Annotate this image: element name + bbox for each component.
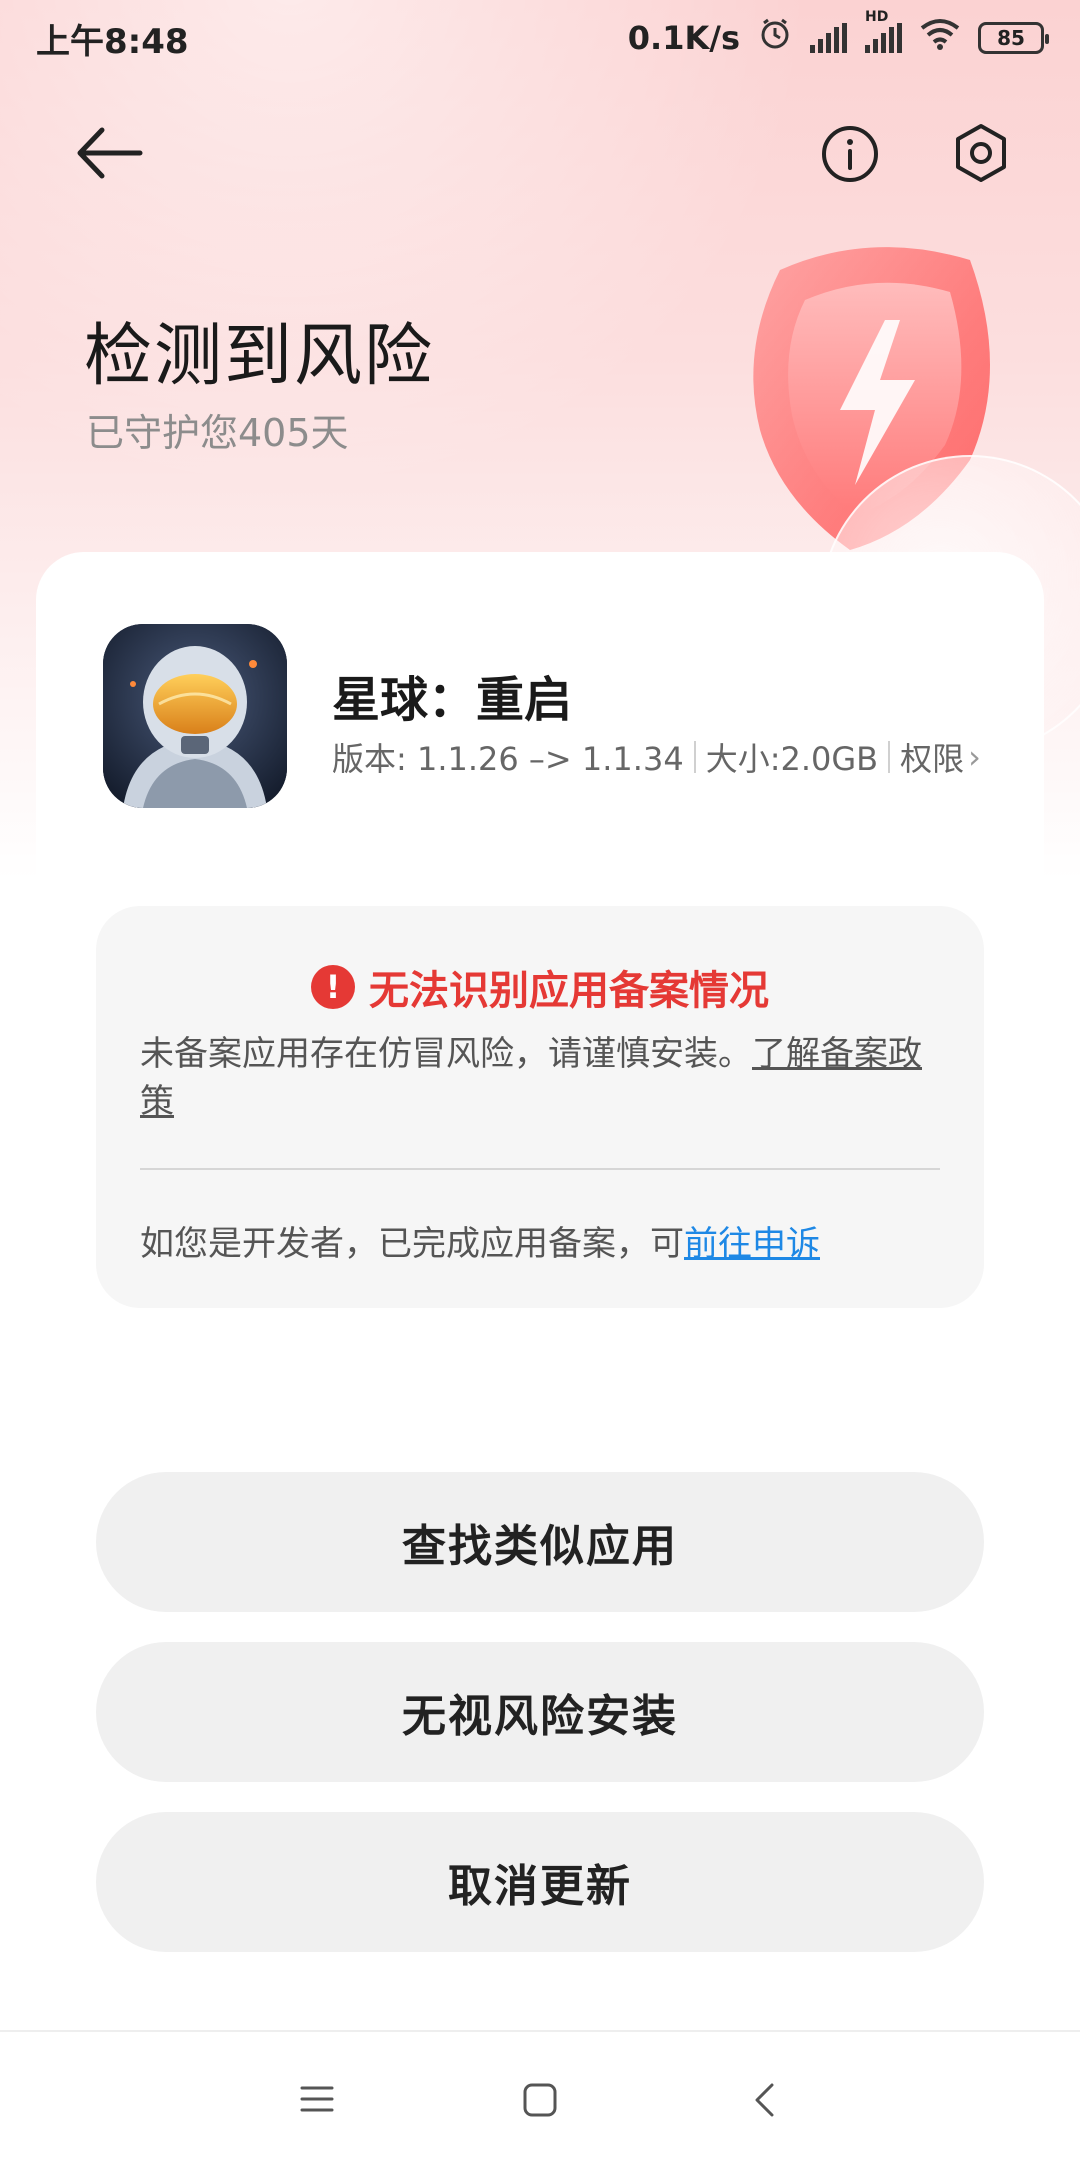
status-bar: 上午8:48 0.1K/s HD 85 xyxy=(0,0,1080,76)
meta-divider xyxy=(888,741,891,773)
page-subtitle: 已守护您405天 xyxy=(86,411,349,455)
back-button[interactable] xyxy=(70,120,150,186)
home-square-icon xyxy=(523,2083,557,2117)
system-back-button[interactable] xyxy=(752,2082,776,2122)
menu-icon xyxy=(300,2086,334,2112)
warning-panel: ! 无法识别应用备案情况 未备案应用存在仿冒风险，请谨慎安装。了解备案政策 如您… xyxy=(96,906,984,1308)
warning-title: 无法识别应用备案情况 xyxy=(369,968,769,1014)
alert-icon: ! xyxy=(311,965,355,1009)
info-button[interactable] xyxy=(820,124,880,184)
app-size: 大小:2.0GB xyxy=(705,740,879,778)
gear-icon xyxy=(956,124,1006,182)
permissions-label: 权限 xyxy=(900,740,965,778)
warning-text: 未备案应用存在仿冒风险，请谨慎安装。 xyxy=(140,1034,752,1074)
find-similar-button[interactable]: 查找类似应用 xyxy=(96,1472,984,1612)
developer-note: 如您是开发者，已完成应用备案，可 xyxy=(140,1224,684,1264)
status-time: 上午8:48 xyxy=(36,21,189,62)
chevron-left-icon xyxy=(755,2083,774,2117)
network-speed: 0.1K/s xyxy=(627,19,740,57)
hd-label: HD xyxy=(865,9,889,25)
arrow-left-icon xyxy=(77,127,143,179)
cancel-update-button[interactable]: 取消更新 xyxy=(96,1812,984,1952)
signal-icon xyxy=(810,23,847,53)
warning-footer: 如您是开发者，已完成应用备案，可前往申诉 xyxy=(140,1216,820,1265)
appeal-link[interactable]: 前往申诉 xyxy=(684,1224,820,1264)
system-nav-bar xyxy=(0,2030,1080,2160)
app-version: 版本: 1.1.26 –> 1.1.34 xyxy=(332,740,684,778)
app-icon xyxy=(103,624,287,808)
warning-body: 未备案应用存在仿冒风险，请谨慎安装。了解备案政策 xyxy=(140,1030,950,1126)
screen: 上午8:48 0.1K/s HD 85 检测到风险 已守护您405天 星球：重启… xyxy=(0,0,1080,2160)
page-title: 检测到风险 xyxy=(84,317,435,396)
battery-icon: 85 xyxy=(978,22,1049,54)
battery-level: 85 xyxy=(997,26,1025,50)
ignore-risk-install-button[interactable]: 无视风险安装 xyxy=(96,1642,984,1782)
divider xyxy=(140,1168,940,1170)
warning-header: ! 无法识别应用备案情况 xyxy=(96,958,984,1016)
chevron-right-icon: › xyxy=(968,738,981,776)
home-button[interactable] xyxy=(522,2082,558,2122)
settings-button[interactable] xyxy=(950,122,1012,184)
app-meta: 版本: 1.1.26 –> 1.1.34 大小:2.0GB 权限 › xyxy=(332,734,981,780)
recents-button[interactable] xyxy=(300,2082,334,2120)
status-icons: 0.1K/s HD 85 xyxy=(627,9,1049,59)
app-name: 星球：重启 xyxy=(332,672,573,728)
info-icon xyxy=(822,126,878,182)
permissions-link[interactable]: 权限 › xyxy=(900,734,981,780)
signal-hd-icon: HD xyxy=(865,9,902,53)
meta-divider xyxy=(693,741,696,773)
wifi-icon xyxy=(920,18,960,58)
alarm-icon xyxy=(758,17,792,59)
astronaut-icon xyxy=(103,624,287,808)
